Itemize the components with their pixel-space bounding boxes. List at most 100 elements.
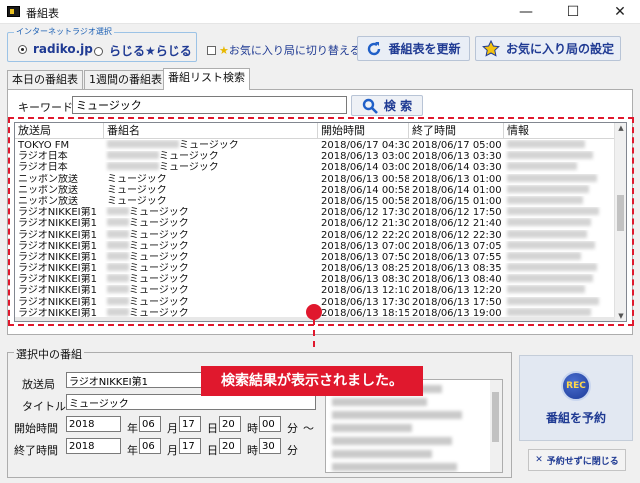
start-month-field[interactable]	[139, 416, 161, 432]
cell-station-text: ラジオNIKKEI第1	[18, 251, 97, 263]
redacted-text	[107, 151, 159, 160]
result-row[interactable]: ラジオNIKKEI第1 ミュージック 2018/06/12 21:30 2018/06…	[15, 218, 615, 229]
checkbox-icon	[207, 46, 216, 55]
result-row[interactable]: ニッポン放送 ミュージック 2018/06/14 00:58 2018/06/14 0…	[15, 184, 615, 196]
end-day-field[interactable]	[179, 438, 201, 454]
cell-station-text: ラジオNIKKEI第1	[18, 296, 97, 308]
refresh-schedule-label: 番組表を更新	[388, 42, 461, 56]
end-hour-field[interactable]	[219, 438, 241, 454]
start-year-field[interactable]	[66, 416, 121, 432]
cell-program: ミュージック	[104, 274, 318, 285]
cell-program: ミュージック	[104, 296, 318, 308]
favorites-toggle-label: お気に入り局に切り替える	[228, 44, 361, 57]
result-row[interactable]: ラジオNIKKEI第1 ミュージック 2018/06/13 07:00 2018/06…	[15, 240, 615, 252]
tab-search[interactable]: 番組リスト検索	[163, 68, 250, 90]
cell-end: 2018/06/14 01:00	[409, 185, 504, 196]
start-minute-field[interactable]	[259, 416, 281, 432]
cell-program-text: ミュージック	[129, 251, 189, 263]
cell-program: ミュージック	[104, 285, 318, 296]
favorites-settings-button[interactable]: お気に入り局の設定	[475, 36, 621, 61]
col-station[interactable]: 放送局	[15, 123, 104, 139]
close-window-button[interactable]: ✕	[600, 0, 640, 24]
favorites-toggle-checkbox[interactable]: ★お気に入り局に切り替える	[207, 42, 361, 58]
minimize-button[interactable]: —	[506, 0, 546, 24]
radio-source-group: インターネットラジオ選択 radiko.jp らじる★らじる	[7, 26, 197, 62]
result-row[interactable]: ラジオNIKKEI第1 ミュージック 2018/06/12 17:30 2018/06…	[15, 207, 615, 218]
cell-start: 2018/06/12 21:30	[318, 218, 409, 229]
tab-today[interactable]: 本日の番組表	[7, 70, 83, 90]
results-rows: TOKYO FM ミュージック 2018/06/17 04:30 2018/06/17…	[15, 140, 615, 319]
cell-end-text: 2018/06/13 01:00	[412, 173, 502, 185]
tab-week[interactable]: 1週間の番組表	[84, 70, 167, 90]
cell-station: ラジオNIKKEI第1	[15, 230, 104, 241]
cell-end-text: 2018/06/12 17:50	[412, 207, 502, 219]
radio-radiru-label: らじる★らじる	[109, 44, 192, 58]
result-row[interactable]: ラジオNIKKEI第1 ミュージック 2018/06/13 12:10 2018/06…	[15, 285, 615, 296]
cell-start: 2018/06/13 07:00	[318, 241, 409, 252]
result-row[interactable]: ラジオNIKKEI第1 ミュージック 2018/06/13 08:30 2018/06…	[15, 274, 615, 285]
end-year-field[interactable]	[66, 438, 121, 454]
start-hour-field[interactable]	[219, 416, 241, 432]
day-unit: 日	[207, 444, 218, 457]
result-row[interactable]: ニッポン放送 ミュージック 2018/06/13 00:58 2018/06/13 0…	[15, 173, 615, 185]
cell-end: 2018/06/13 17:50	[409, 297, 504, 308]
cell-station-text: ラジオNIKKEI第1	[18, 240, 97, 252]
program-field[interactable]	[66, 394, 316, 410]
radio-radiko[interactable]: radiko.jp	[18, 42, 93, 56]
star-icon	[482, 39, 500, 57]
cell-end: 2018/06/13 08:40	[409, 274, 504, 285]
result-row[interactable]: ニッポン放送 ミュージック 2018/06/15 00:58 2018/06/15 0…	[15, 195, 615, 207]
results-list[interactable]: 放送局 番組名 開始時間 終了時間 情報 TOKYO FM ミュージック 2018/…	[14, 122, 627, 322]
radio-radiru[interactable]: らじる★らじる	[94, 42, 192, 59]
result-row[interactable]: ラジオ日本 ミュージック 2018/06/13 03:00 2018/06/13 03…	[15, 151, 615, 162]
cell-end-text: 2018/06/13 07:55	[412, 251, 502, 263]
result-row[interactable]: ラジオNIKKEI第1 ミュージック 2018/06/13 07:50 2018/06…	[15, 251, 615, 263]
cell-end-text: 2018/06/17 05:00	[412, 140, 502, 151]
result-row[interactable]: ラジオ日本 ミュージック 2018/06/14 03:00 2018/06/14 03…	[15, 162, 615, 173]
search-button[interactable]: 検 索	[351, 95, 423, 116]
cell-station-text: TOKYO FM	[18, 140, 70, 151]
scroll-thumb[interactable]	[617, 195, 624, 231]
info-line	[332, 437, 452, 445]
cell-end: 2018/06/13 07:05	[409, 241, 504, 252]
result-row[interactable]: TOKYO FM ミュージック 2018/06/17 04:30 2018/06/17…	[15, 140, 615, 151]
result-row[interactable]: ラジオNIKKEI第1 ミュージック 2018/06/13 08:25 2018/06…	[15, 263, 615, 274]
keyword-input[interactable]	[72, 96, 347, 114]
cell-start: 2018/06/13 12:10	[318, 285, 409, 296]
cell-start-text: 2018/06/17 04:30	[321, 140, 409, 151]
cell-end: 2018/06/14 03:30	[409, 162, 504, 173]
start-day-field[interactable]	[179, 416, 201, 432]
results-header: 放送局 番組名 開始時間 終了時間 情報	[15, 123, 615, 139]
record-button[interactable]: REC 番組を予約	[519, 355, 633, 441]
program-label: タイトル	[22, 400, 66, 413]
info-line	[332, 463, 457, 471]
maximize-button[interactable]: ☐	[553, 0, 593, 24]
cell-program: ミュージック	[104, 174, 318, 185]
end-month-field[interactable]	[139, 438, 161, 454]
scroll-up-icon[interactable]: ▲	[616, 124, 626, 132]
redacted-text	[507, 184, 589, 193]
cell-start-text: 2018/06/14 03:00	[321, 162, 409, 174]
result-row[interactable]: ラジオNIKKEI第1 ミュージック 2018/06/12 22:20 2018/06…	[15, 229, 615, 241]
results-scrollbar[interactable]: ▲ ▼	[614, 123, 626, 321]
redacted-text	[507, 229, 587, 238]
info-scrollbar[interactable]	[490, 380, 502, 472]
info-scroll-thumb[interactable]	[492, 392, 499, 442]
cell-program: ミュージック	[104, 140, 318, 151]
col-info[interactable]: 情報	[504, 123, 615, 139]
redacted-text	[107, 274, 129, 283]
cell-info	[504, 240, 615, 252]
scroll-down-icon[interactable]: ▼	[616, 312, 626, 320]
col-end[interactable]: 終了時間	[409, 123, 504, 139]
cell-end-text: 2018/06/14 01:00	[412, 184, 502, 196]
refresh-schedule-button[interactable]: 番組表を更新	[357, 36, 470, 61]
cell-start-text: 2018/06/15 00:58	[321, 195, 409, 207]
col-program[interactable]: 番組名	[104, 123, 318, 139]
cell-station: ラジオNIKKEI第1	[15, 218, 104, 229]
cell-end-text: 2018/06/12 22:30	[412, 229, 502, 241]
year-unit: 年	[127, 422, 138, 435]
close-without-reserving-button[interactable]: ✕ 予約せずに閉じる	[528, 449, 626, 471]
col-start[interactable]: 開始時間	[318, 123, 409, 139]
end-minute-field[interactable]	[259, 438, 281, 454]
cell-start-text: 2018/06/12 17:30	[321, 207, 409, 219]
